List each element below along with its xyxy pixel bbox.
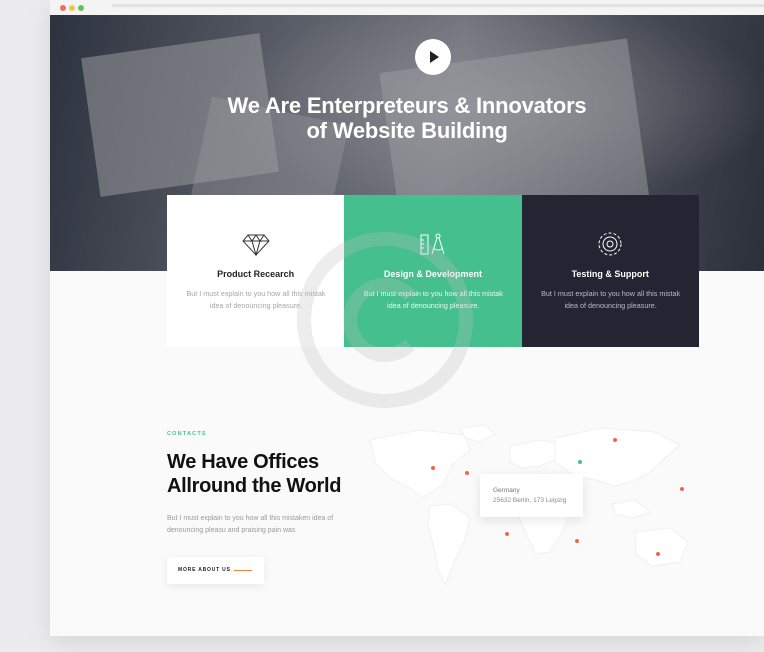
office-marker[interactable]	[465, 471, 469, 475]
services-cards: Product Recearch But I must explain to y…	[167, 195, 699, 347]
map-north-america	[369, 429, 471, 499]
service-card-design[interactable]: Design & Development But I must explain …	[344, 195, 522, 347]
browser-top-bar	[50, 0, 764, 15]
service-text: But I must explain to you how all this m…	[186, 289, 326, 310]
maximize-dot[interactable]	[78, 5, 84, 11]
service-title: Design & Development	[383, 269, 482, 279]
service-title: Product Recearch	[217, 269, 295, 279]
hero-title-line2: of Website Building	[306, 118, 508, 143]
section-eyebrow: CONTACTS	[167, 431, 207, 437]
minimize-dot[interactable]	[69, 5, 75, 11]
map-australia	[634, 527, 689, 567]
service-card-testing[interactable]: Testing & Support But I must explain to …	[521, 195, 699, 347]
compass-ruler-icon	[420, 233, 445, 255]
hero-title-line1: We Are Enterpreteurs & Innovators	[227, 93, 587, 118]
landing-page: We Are Enterpreteurs & Innovators of Web…	[50, 0, 764, 636]
support-icon	[598, 232, 622, 256]
map-islands	[611, 499, 652, 519]
hero-title: We Are Enterpreteurs & Innovators of Web…	[50, 93, 764, 143]
map-europe	[509, 439, 561, 469]
office-marker-active[interactable]	[578, 460, 582, 464]
close-dot[interactable]	[60, 5, 66, 11]
diamond-icon	[241, 234, 270, 257]
play-icon	[430, 51, 439, 63]
office-marker[interactable]	[575, 539, 579, 543]
tooltip-country: Germany	[493, 487, 520, 494]
button-label: MORE ABOUT US	[178, 567, 231, 573]
service-title: Testing & Support	[571, 269, 649, 279]
tooltip-address: 25632 Berlin, 173 Leipzig	[493, 497, 567, 504]
office-tooltip: Germany 25632 Berlin, 173 Leipzig	[480, 474, 583, 517]
more-about-us-button[interactable]: MORE ABOUT US	[167, 557, 264, 584]
service-text: But I must explain to you how all this m…	[363, 289, 503, 310]
office-marker[interactable]	[431, 466, 435, 470]
office-marker[interactable]	[656, 552, 660, 556]
section-text: But I must explain to you how all this m…	[167, 515, 334, 534]
address-bar	[112, 4, 764, 7]
service-card-research[interactable]: Product Recearch But I must explain to y…	[167, 195, 345, 347]
office-marker[interactable]	[505, 532, 509, 536]
office-marker[interactable]	[680, 487, 684, 491]
window-controls	[60, 0, 87, 16]
office-marker[interactable]	[613, 438, 617, 442]
service-text: But I must explain to you how all this m…	[541, 289, 681, 310]
map-south-america	[427, 503, 471, 587]
play-video-button[interactable]	[415, 39, 451, 75]
button-accent-line	[234, 570, 252, 571]
